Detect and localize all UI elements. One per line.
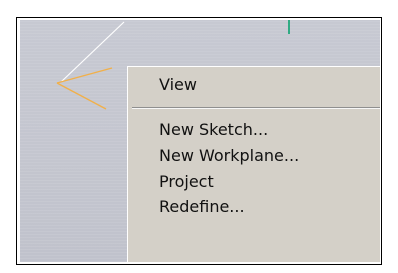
menu-item-new-workplane-label: New Workplane... [159,146,300,165]
menu-item-new-sketch[interactable]: New Sketch... [159,118,268,142]
context-menu: View New Sketch... New Workplane... Proj… [127,66,380,262]
sketch-line-bottom [56,82,107,110]
menu-item-project[interactable]: Project [159,170,214,194]
menu-separator-top [132,107,380,109]
menu-item-new-sketch-label: New Sketch... [159,120,269,139]
menu-item-redefine-label: Redefine... [159,197,245,216]
sketch-line-top [56,67,113,84]
menu-item-view[interactable]: View [159,73,197,97]
menu-item-redefine[interactable]: Redefine... [159,195,245,219]
menu-item-project-label: Project [159,172,214,191]
menu-item-new-workplane[interactable]: New Workplane... [159,144,299,168]
modeling-viewport[interactable]: View New Sketch... New Workplane... Proj… [20,20,380,262]
menu-item-view-label: View [159,75,197,94]
